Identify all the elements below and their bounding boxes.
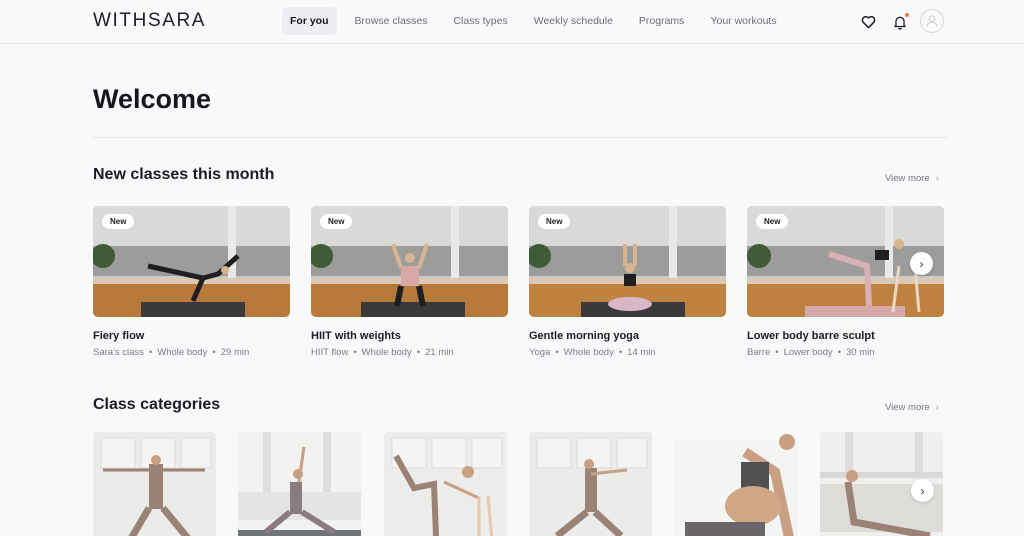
category-image xyxy=(93,432,216,536)
class-duration: 21 min xyxy=(425,347,454,358)
nav-item-programs[interactable]: Programs xyxy=(631,7,693,35)
class-thumbnail[interactable]: New xyxy=(529,206,726,317)
new-badge: New xyxy=(320,214,353,229)
class-focus: Whole body xyxy=(157,347,208,358)
category-image xyxy=(238,432,361,536)
page-title: Welcome xyxy=(93,84,212,114)
class-card[interactable]: New › Lower body barre sculpt Barre • Lowe… xyxy=(747,206,944,358)
chevron-right-icon: › xyxy=(919,256,924,271)
new-badge: New xyxy=(756,214,789,229)
class-card[interactable]: New Gentle morning yoga Yoga • Whole body •… xyxy=(529,206,726,358)
bell-icon xyxy=(894,16,906,30)
class-instructor: Barre xyxy=(747,347,771,358)
category-card[interactable] xyxy=(238,432,361,536)
class-thumbnail[interactable]: New › xyxy=(747,206,944,317)
carousel-next-button[interactable]: › xyxy=(911,479,934,502)
class-title[interactable]: Fiery flow xyxy=(93,330,290,342)
class-title[interactable]: Gentle morning yoga xyxy=(529,330,726,342)
category-image xyxy=(529,432,652,536)
user-icon xyxy=(926,15,938,28)
nav-item-class-types[interactable]: Class types xyxy=(445,7,515,35)
separator: • xyxy=(212,347,216,358)
separator: • xyxy=(618,347,623,358)
heart-icon xyxy=(861,15,875,29)
class-meta: Barre • Lower body • 30 min xyxy=(747,347,944,358)
view-more-label: View more xyxy=(885,402,930,413)
view-more-new-classes[interactable]: View more › xyxy=(885,173,939,184)
class-meta: HIIT flow • Whole body • 21 min xyxy=(311,347,508,358)
section-title-new-classes: New classes this month xyxy=(93,166,275,183)
new-badge: New xyxy=(102,214,135,229)
class-meta: Yoga • Whole body • 14 min xyxy=(529,347,726,358)
top-navigation-bar: WITHSARA For you Browse classes Class ty… xyxy=(0,0,1024,44)
class-duration: 14 min xyxy=(627,347,656,358)
category-card[interactable]: › xyxy=(820,432,943,536)
category-image xyxy=(675,432,798,536)
separator: • xyxy=(416,347,421,358)
class-title[interactable]: HIIT with weights xyxy=(311,330,508,342)
nav-item-browse-classes[interactable]: Browse classes xyxy=(347,7,436,35)
chevron-right-icon: › xyxy=(935,402,939,413)
separator: • xyxy=(148,347,153,358)
nav-item-your-workouts[interactable]: Your workouts xyxy=(702,7,784,35)
section-title-class-categories: Class categories xyxy=(93,396,221,413)
favorites-button[interactable] xyxy=(857,11,879,33)
divider xyxy=(93,137,948,138)
view-more-class-categories[interactable]: View more › xyxy=(885,402,939,413)
new-badge: New xyxy=(538,214,571,229)
class-thumbnail[interactable]: New xyxy=(311,206,508,317)
class-focus: Whole body xyxy=(361,347,412,358)
chevron-right-icon: › xyxy=(935,173,939,184)
view-more-label: View more xyxy=(885,173,930,184)
separator: • xyxy=(775,347,779,358)
class-instructor: Yoga xyxy=(529,347,551,358)
class-title[interactable]: Lower body barre sculpt xyxy=(747,330,944,342)
notifications-button[interactable] xyxy=(889,11,911,33)
separator: • xyxy=(555,347,559,358)
notification-dot xyxy=(905,13,909,17)
class-instructor: HIIT flow xyxy=(311,347,349,358)
class-card[interactable]: New Fiery flow Sara's class • Whole body • 2… xyxy=(93,206,290,358)
class-focus: Whole body xyxy=(563,347,614,358)
category-image xyxy=(384,432,507,536)
category-card[interactable] xyxy=(93,432,216,536)
class-thumbnail[interactable]: New xyxy=(93,206,290,317)
category-card[interactable] xyxy=(675,432,798,536)
class-duration: 29 min xyxy=(220,347,250,358)
nav-item-weekly-schedule[interactable]: Weekly schedule xyxy=(526,7,621,35)
class-instructor: Sara's class xyxy=(93,347,144,358)
chevron-right-icon: › xyxy=(920,483,925,498)
separator: • xyxy=(353,347,357,358)
class-focus: Lower body xyxy=(783,347,833,358)
separator: • xyxy=(837,347,842,358)
category-card[interactable] xyxy=(384,432,507,536)
class-meta: Sara's class • Whole body • 29 min xyxy=(93,347,290,358)
main-nav: For you Browse classes Class types Weekl… xyxy=(282,7,795,35)
logo[interactable]: WITHSARA xyxy=(93,10,206,32)
carousel-next-button[interactable]: › xyxy=(910,252,933,275)
nav-item-for-you[interactable]: For you xyxy=(282,7,337,35)
category-card[interactable] xyxy=(529,432,652,536)
class-duration: 30 min xyxy=(846,347,875,358)
class-card[interactable]: New HIIT with weights HIIT flow • Whole bo… xyxy=(311,206,508,358)
user-avatar-button[interactable] xyxy=(920,9,944,33)
